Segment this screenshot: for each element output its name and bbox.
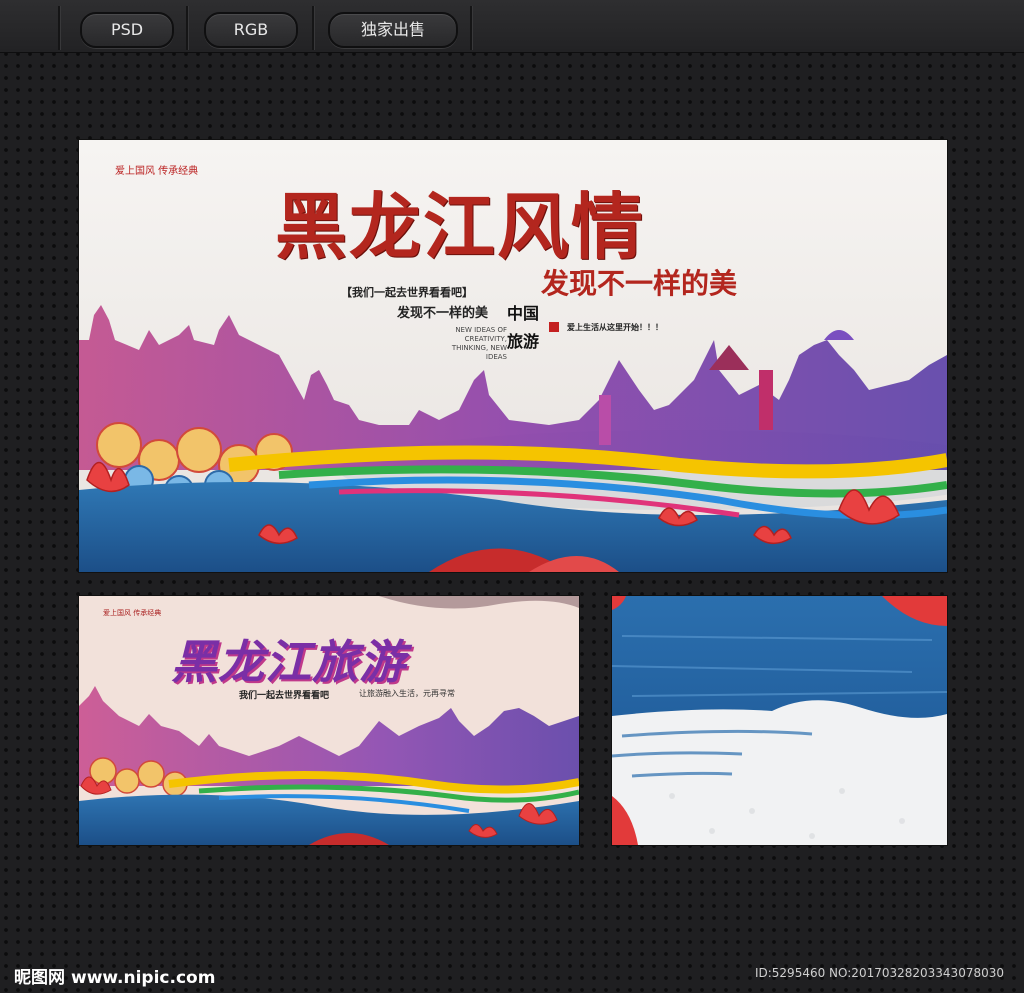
poster-seal-icon [549,322,559,332]
variant-side-note: 让旅游融入生活，元再寻常 [359,689,455,698]
poster-slogan: 发现不一样的美 [397,306,489,321]
english-line: CREATIVITY, [464,335,507,343]
poster-bracket-text: 【我们一起去世界看看吧】 [341,286,473,299]
brand-site: www.nipic.com [71,968,216,988]
psd-format-button[interactable]: PSD [80,12,174,48]
poster-english-block: NEW IDEAS OF CREATIVITY, THINKING, NEW I… [451,326,507,362]
toolbar-separator [186,6,189,50]
toolbar-separator [470,6,473,50]
main-poster-preview[interactable]: 爱上国风 传承经典 黑龙江风情 发现不一样的美 【我们一起去世界看看吧】 发现不… [78,139,948,573]
english-line: THINKING, NEW IDEAS [451,344,507,361]
variant-subtitle: 我们一起去世界看看吧 [239,691,330,701]
footer-id: ID:5295460 NO:20170328203343078030 [754,966,1004,980]
poster-side-note: 爱上生活从这里开始！！！ [567,323,663,332]
brand-name: 昵图网 [14,968,65,988]
poster-tagline-top: 爱上国风 传承经典 [115,166,199,177]
poster-subtitle: 发现不一样的美 [541,267,738,300]
texture-detail-preview[interactable] [611,595,948,846]
toolbar-separator [58,6,61,50]
toolbar-separator [312,6,315,50]
poster-travel-label: 旅游 [507,332,540,351]
rgb-mode-button[interactable]: RGB [204,12,298,48]
footer-brand[interactable]: 昵图网 www.nipic.com [14,963,215,988]
variant-tagline-top: 爱上国风 传承经典 [103,609,162,617]
variant-poster-preview[interactable]: 爱上国风 传承经典 黑龙江旅游 我们一起去世界看看吧 让旅游融入生活，元再寻常 [78,595,580,846]
variant-title: 黑龙江旅游 [171,635,406,689]
poster-china-label: 中国 [507,304,540,323]
english-line: NEW IDEAS OF [455,326,507,334]
exclusive-sale-button[interactable]: 独家出售 [328,12,458,48]
poster-title: 黑龙江风情 [275,184,646,269]
texture-detail-art [612,596,947,845]
top-toolbar: PSD RGB 独家出售 [0,0,1024,53]
